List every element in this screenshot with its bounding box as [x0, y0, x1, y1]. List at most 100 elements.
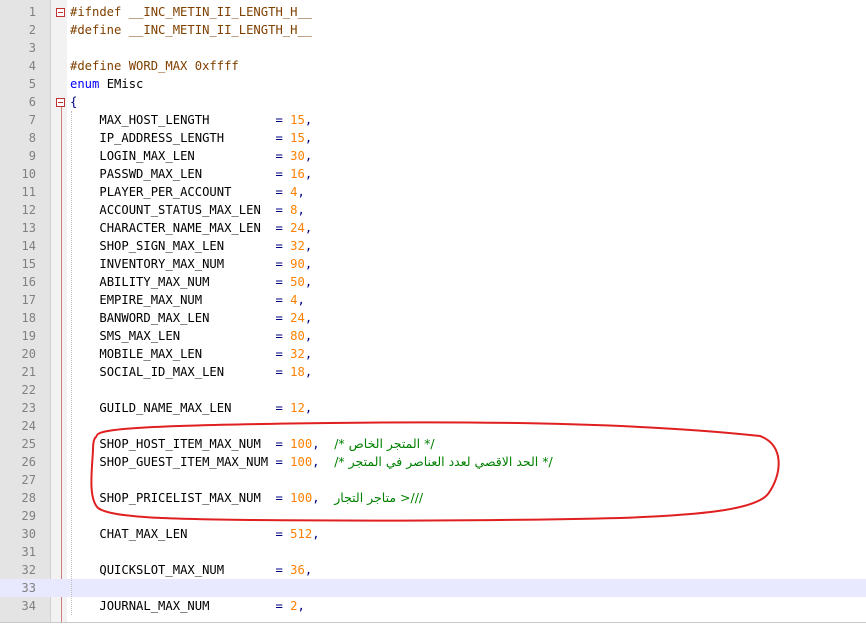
comma: ,	[297, 599, 305, 613]
code-line[interactable]: 2 #define __INC_METIN_II_LENGTH_H__	[0, 21, 866, 39]
code-line[interactable]: 23 GUILD_NAME_MAX_LEN = 12,	[0, 399, 866, 417]
code-line[interactable]: 21 SOCIAL_ID_MAX_LEN = 18,	[0, 363, 866, 381]
operator: =	[275, 365, 283, 379]
number-literal: 80	[290, 329, 305, 343]
code-line[interactable]: 4 #define WORD_MAX 0xffff	[0, 57, 866, 75]
line-number: 24	[21, 419, 36, 433]
line-number: 22	[21, 383, 36, 397]
constant-name: QUICKSLOT_MAX_NUM	[99, 563, 225, 577]
comma: ,	[297, 185, 305, 199]
code-text: PLAYER_PER_ACCOUNT = 4,	[70, 183, 305, 201]
code-line[interactable]: 6{	[0, 93, 866, 111]
code-line[interactable]: 11 PLAYER_PER_ACCOUNT = 4,	[0, 183, 866, 201]
code-text: ACCOUNT_STATUS_MAX_LEN = 8,	[70, 201, 305, 219]
code-line[interactable]: 7 MAX_HOST_LENGTH = 15,	[0, 111, 866, 129]
code-text: SHOP_GUEST_ITEM_MAX_NUM = 100, /* الحد ا…	[70, 453, 553, 471]
code-line[interactable]: 5 enum EMisc	[0, 75, 866, 93]
operator: =	[275, 221, 283, 235]
code-text: BANWORD_MAX_LEN = 24,	[70, 309, 312, 327]
operator: =	[275, 275, 283, 289]
code-line[interactable]: 32 QUICKSLOT_MAX_NUM = 36,	[0, 561, 866, 579]
comma: ,	[304, 563, 313, 577]
line-number: 16	[21, 275, 36, 289]
comma: ,	[304, 113, 313, 127]
operator: =	[275, 491, 283, 505]
code-line[interactable]: 17 EMPIRE_MAX_NUM = 4,	[0, 291, 866, 309]
line-number: 19	[21, 329, 36, 343]
code-line[interactable]: 15 INVENTORY_MAX_NUM = 90,	[0, 255, 866, 273]
constant-name: SMS_MAX_LEN	[99, 329, 181, 343]
comment: /* الحد الاقصي لعدد العناصر في المتجر */	[334, 454, 553, 469]
line-number: 5	[28, 77, 36, 91]
code-line[interactable]: 27	[0, 471, 866, 489]
code-line[interactable]: 8 IP_ADDRESS_LENGTH = 15,	[0, 129, 866, 147]
code-text: INVENTORY_MAX_NUM = 90,	[70, 255, 312, 273]
comma: ,	[304, 257, 313, 271]
code-line[interactable]: 22	[0, 381, 866, 399]
code-editor[interactable]: 1 #ifndef __INC_METIN_II_LENGTH_H__ 2 #defi…	[0, 0, 866, 623]
code-line[interactable]: 25 SHOP_HOST_ITEM_MAX_NUM = 100, /* المت…	[0, 435, 866, 453]
code-line[interactable]: 16 ABILITY_MAX_NUM = 50,	[0, 273, 866, 291]
line-number: 30	[21, 527, 36, 541]
comma: ,	[304, 167, 313, 181]
comma: ,	[297, 293, 305, 307]
code-line[interactable]: 20 MOBILE_MAX_LEN = 32,	[0, 345, 866, 363]
operator: =	[275, 293, 283, 307]
constant-name: ACCOUNT_STATUS_MAX_LEN	[99, 203, 261, 217]
code-line[interactable]: 3	[0, 39, 866, 57]
code-line[interactable]: 19 SMS_MAX_LEN = 80,	[0, 327, 866, 345]
number-literal: 30	[290, 149, 305, 163]
operator: =	[275, 149, 283, 163]
code-line[interactable]: 9 LOGIN_MAX_LEN = 30,	[0, 147, 866, 165]
comma: ,	[304, 329, 313, 343]
constant-name: SHOP_PRICELIST_MAX_NUM	[99, 491, 261, 505]
code-line[interactable]: 18 BANWORD_MAX_LEN = 24,	[0, 309, 866, 327]
code-line[interactable]: 33	[0, 579, 866, 597]
number-literal: 36	[290, 563, 305, 577]
constant-name: IP_ADDRESS_LENGTH	[99, 131, 225, 145]
line-number: 26	[21, 455, 36, 469]
code-line[interactable]: 14 SHOP_SIGN_MAX_LEN = 32,	[0, 237, 866, 255]
code-text: enum EMisc	[70, 75, 143, 93]
line-number: 11	[21, 185, 36, 199]
code-line[interactable]: 34 JOURNAL_MAX_NUM = 2,	[0, 597, 866, 615]
code-text: LOGIN_MAX_LEN = 30,	[70, 147, 312, 165]
code-text: QUICKSLOT_MAX_NUM = 36,	[70, 561, 312, 579]
comma: ,	[297, 203, 305, 217]
indent-guide	[71, 111, 72, 615]
comma: ,	[312, 527, 320, 541]
code-line[interactable]: 10 PASSWD_MAX_LEN = 16,	[0, 165, 866, 183]
code-line[interactable]: 1 #ifndef __INC_METIN_II_LENGTH_H__	[0, 3, 866, 21]
constant-name: PASSWD_MAX_LEN	[99, 167, 203, 181]
line-number: 8	[28, 131, 36, 145]
code-text: GUILD_NAME_MAX_LEN = 12,	[70, 399, 312, 417]
code-line[interactable]: 24	[0, 417, 866, 435]
code-line[interactable]: 12 ACCOUNT_STATUS_MAX_LEN = 8,	[0, 201, 866, 219]
number-literal: 12	[290, 401, 305, 415]
number-literal: 8	[290, 203, 298, 217]
code-line[interactable]: 26 SHOP_GUEST_ITEM_MAX_NUM = 100, /* الح…	[0, 453, 866, 471]
code-line[interactable]: 29	[0, 507, 866, 525]
line-number: 3	[28, 41, 36, 55]
line-number: 10	[21, 167, 36, 181]
constant-name: GUILD_NAME_MAX_LEN	[99, 401, 232, 415]
code-line[interactable]: 13 CHARACTER_NAME_MAX_LEN = 24,	[0, 219, 866, 237]
constant-name: LOGIN_MAX_LEN	[99, 149, 195, 163]
constant-name: CHARACTER_NAME_MAX_LEN	[99, 221, 261, 235]
preprocessor-directive: #define WORD_MAX 0xffff	[70, 59, 239, 73]
line-number: 13	[21, 221, 36, 235]
code-text: #define __INC_METIN_II_LENGTH_H__	[70, 21, 312, 39]
line-number: 28	[21, 491, 36, 505]
operator: =	[275, 401, 283, 415]
preprocessor-directive: #ifndef __INC_METIN_II_LENGTH_H__	[70, 5, 313, 19]
constant-name: MAX_HOST_LENGTH	[99, 113, 210, 127]
line-number: 7	[28, 113, 36, 127]
comment: ///< متاجر التجار	[334, 490, 424, 505]
code-line[interactable]: 30 CHAT_MAX_LEN = 512,	[0, 525, 866, 543]
number-literal: 100	[290, 455, 313, 469]
code-line[interactable]: 31	[0, 543, 866, 561]
operator: =	[275, 203, 283, 217]
code-text: CHAT_MAX_LEN = 512,	[70, 525, 320, 543]
comma: ,	[304, 239, 313, 253]
code-line[interactable]: 28 SHOP_PRICELIST_MAX_NUM = 100, ///< مت…	[0, 489, 866, 507]
